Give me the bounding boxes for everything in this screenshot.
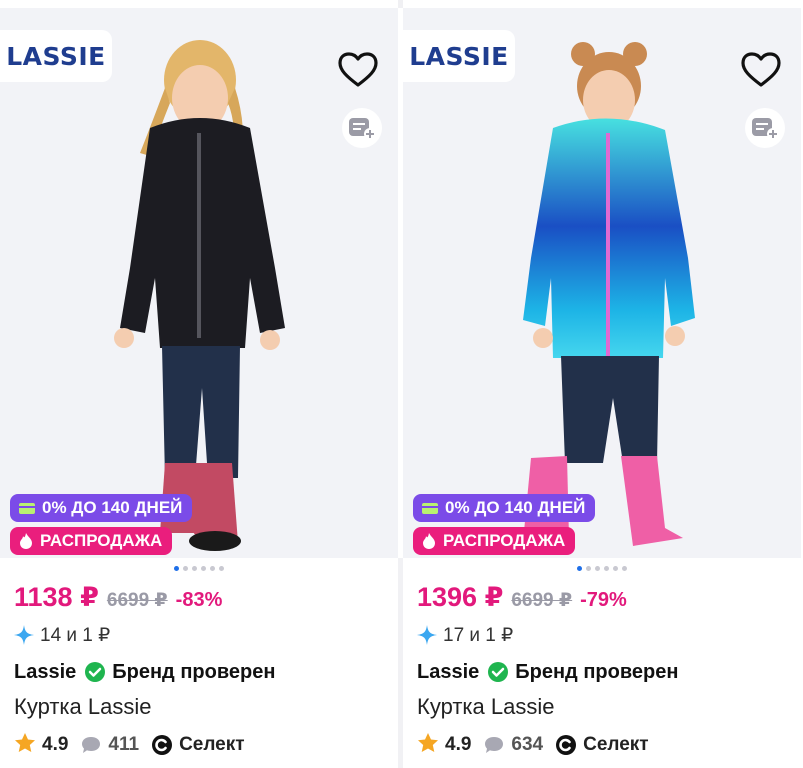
product-card[interactable]: LASSIE 0% ДО 140 ДНЕЙ РАСПРОДАЖА 1138 ₽ …: [0, 0, 398, 768]
current-price: 1138 ₽: [14, 582, 99, 612]
verified-label: Бренд проверен: [112, 660, 276, 683]
card-icon: [421, 501, 439, 515]
old-price: 6699 ₽: [106, 590, 168, 611]
brand-name[interactable]: Lassie: [417, 661, 479, 684]
compare-button[interactable]: [745, 108, 785, 148]
installment-badge: 0% ДО 140 ДНЕЙ: [10, 494, 193, 522]
compare-icon: [752, 118, 779, 140]
current-price: 1396 ₽: [417, 582, 504, 612]
card-icon: [18, 501, 36, 515]
compare-icon: [349, 118, 376, 140]
comment-icon: [483, 735, 505, 755]
heart-icon: [741, 52, 781, 87]
image-pager: [403, 566, 801, 574]
product-name[interactable]: Куртка Lassie: [417, 694, 554, 720]
star-icon: [14, 732, 36, 759]
brand-row[interactable]: Lassie Бренд проверен: [417, 658, 678, 686]
price-row: 1138 ₽ 6699 ₽ -83%: [14, 582, 222, 618]
compare-button[interactable]: [342, 108, 382, 148]
check-icon: [84, 661, 106, 683]
reviews-count: 411: [108, 734, 140, 755]
image-pager: [0, 566, 398, 574]
bonus-row: 17 и 1 ₽: [417, 622, 513, 648]
installment-badge: 0% ДО 140 ДНЕЙ: [413, 494, 596, 522]
product-image: [523, 42, 695, 546]
rating-row: 4.9 634 Селект: [417, 732, 649, 758]
sale-badge: РАСПРОДАЖА: [10, 527, 173, 555]
reviews-count: 634: [511, 734, 544, 755]
discount: -83%: [175, 589, 223, 611]
brand-row[interactable]: Lassie Бренд проверен: [14, 658, 275, 686]
rating-value: 4.9: [445, 734, 472, 755]
select-label: Селект: [179, 734, 245, 755]
star-icon: [417, 732, 439, 759]
sparkle-icon: [14, 625, 34, 645]
heart-icon: [338, 52, 378, 87]
favorite-button[interactable]: [336, 50, 380, 90]
product-image: [114, 40, 285, 551]
product-photo[interactable]: LASSIE 0% ДО 140 ДНЕЙ РАСПРОДАЖА: [0, 8, 398, 558]
favorite-button[interactable]: [739, 50, 783, 90]
product-name[interactable]: Куртка Lassie: [14, 694, 151, 720]
select-icon: [555, 734, 577, 756]
fire-icon: [421, 532, 437, 550]
sale-badge: РАСПРОДАЖА: [413, 527, 576, 555]
old-price: 6699 ₽: [511, 590, 573, 611]
price-row: 1396 ₽ 6699 ₽ -79%: [417, 582, 627, 618]
sparkle-icon: [417, 625, 437, 645]
product-card[interactable]: LASSIE 0% ДО 140 ДНЕЙ РАСПРОДАЖА 1396 ₽ …: [403, 0, 801, 768]
comment-icon: [80, 735, 102, 755]
product-photo[interactable]: LASSIE 0% ДО 140 ДНЕЙ РАСПРОДАЖА: [403, 8, 801, 558]
brand-name[interactable]: Lassie: [14, 661, 76, 684]
discount: -79%: [580, 589, 627, 611]
select-label: Селект: [583, 734, 649, 755]
brand-logo: LASSIE: [403, 30, 515, 82]
bonus-row: 14 и 1 ₽: [14, 622, 110, 648]
check-icon: [487, 661, 509, 683]
brand-logo: LASSIE: [0, 30, 112, 82]
rating-value: 4.9: [42, 734, 69, 755]
select-icon: [151, 734, 173, 756]
fire-icon: [18, 532, 34, 550]
verified-label: Бренд проверен: [515, 660, 679, 683]
rating-row: 4.9 411 Селект: [14, 732, 245, 758]
